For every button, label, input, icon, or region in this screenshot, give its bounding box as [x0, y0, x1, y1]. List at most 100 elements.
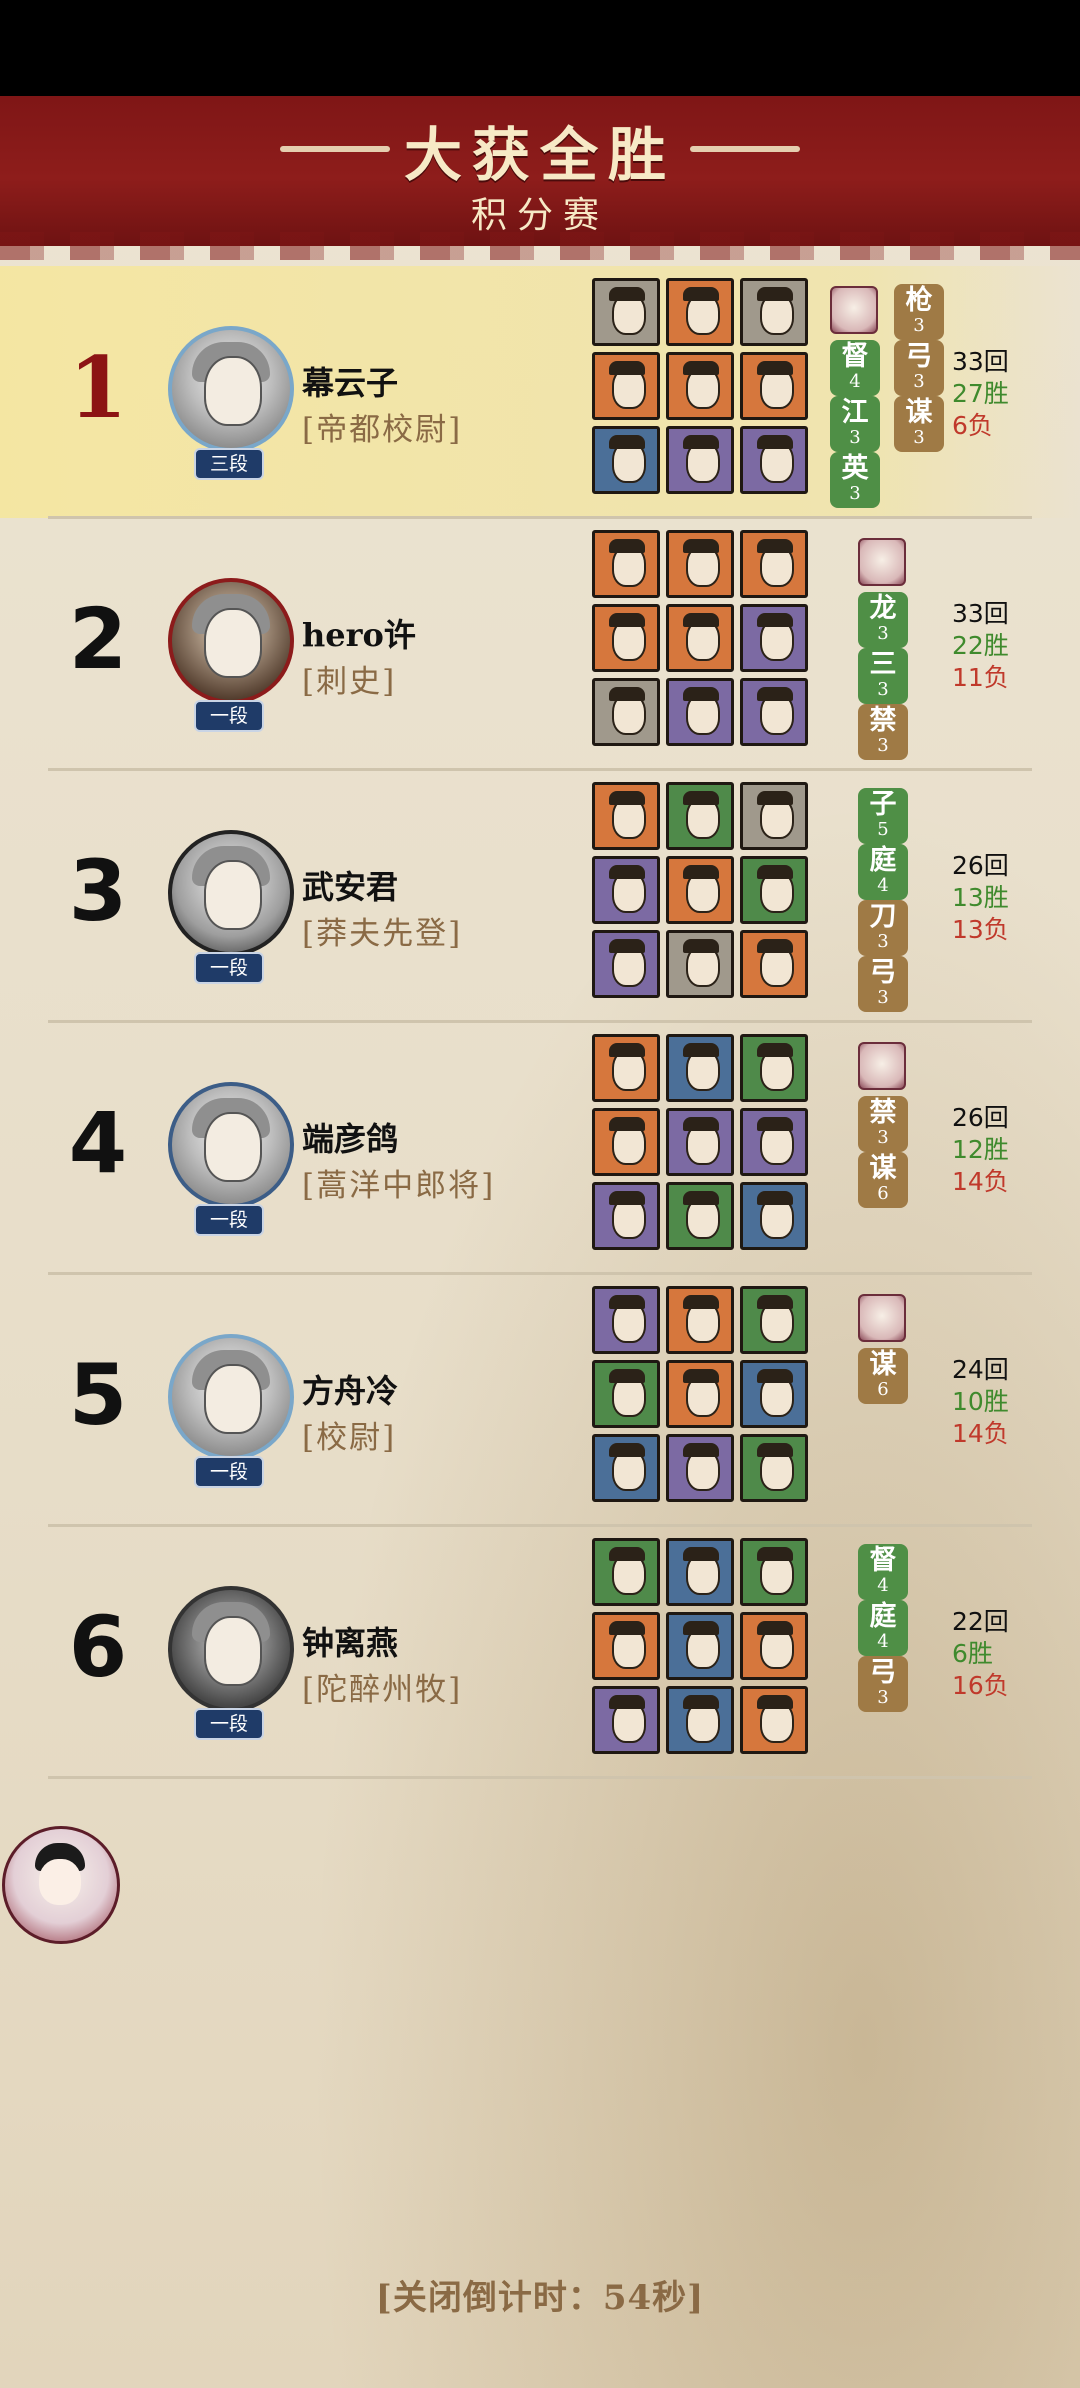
synergy-badge[interactable]: 禁3: [858, 1096, 908, 1152]
consort-portrait[interactable]: [858, 1042, 906, 1090]
synergy-badge[interactable]: 刀3: [858, 900, 908, 956]
hero-portrait-tile[interactable]: [592, 678, 660, 746]
hero-portrait-tile[interactable]: [666, 604, 734, 672]
synergy-badge[interactable]: 龙3: [858, 592, 908, 648]
hero-portrait-tile[interactable]: [592, 1538, 660, 1606]
ranking-row[interactable]: 4 一段 端彦鸽 [蒿洋中郎将] 禁 3 谋 6 26回 12胜 14负: [0, 1022, 1080, 1274]
player-avatar[interactable]: [168, 1586, 294, 1712]
hero-portrait-tile[interactable]: [740, 1360, 808, 1428]
synergy-badge[interactable]: 弓3: [858, 1656, 908, 1712]
hero-portrait-tile[interactable]: [740, 1434, 808, 1502]
ranking-row[interactable]: 5 一段 方舟冷 [校尉] 谋 6 24回 10胜 14负: [0, 1274, 1080, 1526]
synergy-badge[interactable]: 庭4: [858, 844, 908, 900]
hero-headwear: [683, 613, 719, 627]
hero-portrait-tile[interactable]: [666, 1360, 734, 1428]
hero-portrait-tile[interactable]: [592, 1182, 660, 1250]
hero-portrait-tile[interactable]: [592, 1286, 660, 1354]
player-avatar[interactable]: [168, 1082, 294, 1208]
synergy-badge[interactable]: 谋6: [858, 1152, 908, 1208]
consort-portrait[interactable]: [858, 538, 906, 586]
consort-portrait[interactable]: [830, 286, 878, 334]
hero-portrait-tile[interactable]: [666, 678, 734, 746]
hero-portrait-tile[interactable]: [740, 930, 808, 998]
synergy-badge[interactable]: 谋3: [894, 396, 944, 452]
hero-portrait-tile[interactable]: [666, 352, 734, 420]
hero-portrait-tile[interactable]: [592, 278, 660, 346]
hero-headwear: [757, 1117, 793, 1131]
hero-portrait-tile[interactable]: [666, 1108, 734, 1176]
synergy-badge[interactable]: 枪3: [894, 284, 944, 340]
hero-portrait-tile[interactable]: [666, 856, 734, 924]
synergy-badge[interactable]: 督4: [830, 340, 880, 396]
hero-portrait-tile[interactable]: [740, 1686, 808, 1754]
hero-headwear: [609, 435, 645, 449]
ranking-row[interactable]: 1 三段 幕云子 [帝都校尉] 枪 3 督 4 弓 3 江 3 谋 3 英 3 33回 27胜 6负: [0, 266, 1080, 518]
hero-portrait-tile[interactable]: [592, 352, 660, 420]
synergy-badge[interactable]: 弓3: [894, 340, 944, 396]
rank-number: 6: [68, 1598, 128, 1696]
hero-portrait-tile[interactable]: [592, 604, 660, 672]
player-avatar[interactable]: [168, 830, 294, 956]
hero-portrait-tile[interactable]: [592, 426, 660, 494]
hero-portrait-tile[interactable]: [740, 352, 808, 420]
synergy-badge[interactable]: 禁3: [858, 704, 908, 760]
hero-portrait-tile[interactable]: [666, 930, 734, 998]
hero-portrait-tile[interactable]: [740, 856, 808, 924]
synergy-badge[interactable]: 英3: [830, 452, 880, 508]
hero-portrait-tile[interactable]: [592, 530, 660, 598]
synergy-name: 子: [869, 789, 897, 820]
hero-portrait-tile[interactable]: [666, 1286, 734, 1354]
advisor-avatar-button[interactable]: [2, 1826, 120, 1944]
hero-headwear: [683, 1117, 719, 1131]
hero-portrait-tile[interactable]: [740, 1538, 808, 1606]
synergy-name: 谋: [869, 1153, 897, 1184]
synergy-badge[interactable]: 弓3: [858, 956, 908, 1012]
player-avatar[interactable]: [168, 1334, 294, 1460]
player-avatar[interactable]: [168, 578, 294, 704]
hero-portrait-tile[interactable]: [740, 426, 808, 494]
hero-portrait-tile[interactable]: [592, 1360, 660, 1428]
hero-portrait-tile[interactable]: [740, 1286, 808, 1354]
hero-portrait-tile[interactable]: [740, 1034, 808, 1102]
hero-portrait-tile[interactable]: [592, 1434, 660, 1502]
hero-portrait-tile[interactable]: [592, 1686, 660, 1754]
hero-portrait-tile[interactable]: [666, 1538, 734, 1606]
hero-portrait-tile[interactable]: [666, 1034, 734, 1102]
hero-portrait-tile[interactable]: [666, 426, 734, 494]
ranking-row[interactable]: 2 一段 hero许 [刺史] 龙 3 三 3 禁 3 33回 22胜 11负: [0, 518, 1080, 770]
hero-portrait-tile[interactable]: [740, 530, 808, 598]
hero-portrait-tile[interactable]: [740, 1182, 808, 1250]
hero-portrait-tile[interactable]: [666, 278, 734, 346]
synergy-badge[interactable]: 子5: [858, 788, 908, 844]
synergy-badge[interactable]: 江3: [830, 396, 880, 452]
consort-portrait[interactable]: [858, 1294, 906, 1342]
hero-portrait-tile[interactable]: [740, 678, 808, 746]
hero-portrait-tile[interactable]: [740, 782, 808, 850]
hero-portrait-tile[interactable]: [592, 1108, 660, 1176]
hero-portrait-tile[interactable]: [592, 930, 660, 998]
synergy-count: 4: [877, 1631, 889, 1652]
close-countdown[interactable]: [关闭倒计时：54秒]: [0, 2270, 1080, 2319]
ranking-row[interactable]: 3 一段 武安君 [莽夫先登] 子 5 庭 4 刀 3 弓 3 26回 13胜 13负: [0, 770, 1080, 1022]
hero-portrait-tile[interactable]: [592, 1612, 660, 1680]
hero-portrait-tile[interactable]: [666, 1612, 734, 1680]
synergy-name: 龙: [869, 593, 897, 624]
synergy-badge[interactable]: 谋6: [858, 1348, 908, 1404]
hero-portrait-tile[interactable]: [592, 1034, 660, 1102]
hero-portrait-tile[interactable]: [666, 1182, 734, 1250]
player-avatar[interactable]: [168, 326, 294, 452]
synergy-badge[interactable]: 三3: [858, 648, 908, 704]
hero-portrait-tile[interactable]: [592, 782, 660, 850]
hero-portrait-tile[interactable]: [666, 782, 734, 850]
hero-portrait-tile[interactable]: [592, 856, 660, 924]
ranking-row[interactable]: 6 一段 钟离燕 [陀醉州牧] 督 4 庭 4 弓 3 22回 6胜 16负: [0, 1526, 1080, 1778]
synergy-badge[interactable]: 庭4: [858, 1600, 908, 1656]
hero-portrait-tile[interactable]: [666, 1434, 734, 1502]
hero-portrait-tile[interactable]: [740, 278, 808, 346]
hero-portrait-tile[interactable]: [666, 1686, 734, 1754]
hero-portrait-tile[interactable]: [740, 604, 808, 672]
hero-portrait-tile[interactable]: [740, 1612, 808, 1680]
hero-portrait-tile[interactable]: [666, 530, 734, 598]
synergy-badge[interactable]: 督4: [858, 1544, 908, 1600]
hero-portrait-tile[interactable]: [740, 1108, 808, 1176]
